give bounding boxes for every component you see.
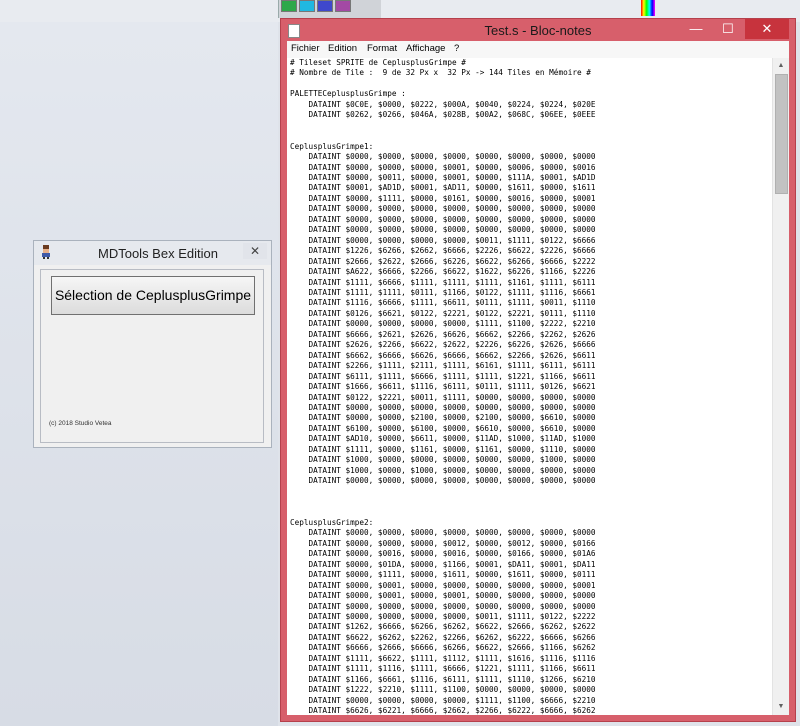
text-line: DATAINT $0000, $0000, $2100, $0000, $210… [290, 413, 596, 423]
text-line: DATAINT $6666, $2666, $6666, $6266, $662… [290, 643, 596, 653]
close-button[interactable]: ✕ [243, 243, 267, 259]
text-line: DATAINT $1111, $1116, $1111, $6666, $122… [290, 664, 596, 674]
text-line: DATAINT $AD10, $0000, $6611, $0000, $11A… [290, 434, 596, 444]
text-line: PALETTECeplusplusGrimpe : [290, 89, 406, 99]
close-button[interactable]: ✕ [745, 19, 789, 39]
mdtools-titlebar[interactable]: MDTools Bex Edition ✕ [34, 241, 271, 265]
text-line: DATAINT $0000, $0000, $0000, $0000, $000… [290, 528, 596, 538]
text-line: DATAINT $2666, $2622, $2666, $6226, $662… [290, 256, 596, 266]
text-line [290, 507, 770, 517]
text-line: DATAINT $6111, $1111, $6666, $1111, $111… [290, 371, 596, 381]
text-line: DATAINT $A622, $6666, $2266, $6622, $162… [290, 267, 596, 277]
text-line: DATAINT $0001, $AD1D, $0001, $AD11, $000… [290, 183, 596, 193]
mdtools-title: MDTools Bex Edition [98, 246, 218, 261]
scroll-up-arrow-icon[interactable]: ▲ [773, 58, 789, 74]
text-line: DATAINT $6100, $0000, $6100, $0000, $661… [290, 423, 596, 433]
color-spectrum[interactable] [641, 0, 655, 16]
text-line: DATAINT $2626, $2266, $6622, $2622, $222… [290, 340, 596, 350]
character-sprite-icon [42, 245, 50, 259]
text-line: DATAINT $1000, $0000, $1000, $0000, $000… [290, 465, 596, 475]
text-line: DATAINT $0000, $1111, $0000, $0161, $000… [290, 193, 596, 203]
text-line: DATAINT $1222, $2210, $1111, $1100, $000… [290, 685, 596, 695]
text-line: DATAINT $0000, $0000, $0000, $0000, $111… [290, 319, 596, 329]
text-line: DATAINT $1111, $1111, $0111, $1166, $012… [290, 287, 596, 297]
menu-bar: Fichier Edition Format Affichage ? [287, 41, 789, 58]
text-line: # Nombre de Tile : 9 de 32 Px x 32 Px ->… [290, 68, 591, 78]
copyright-text: (c) 2018 Studio Vetea [49, 420, 112, 427]
menu-edition[interactable]: Edition [328, 43, 357, 54]
menu-fichier[interactable]: Fichier [291, 43, 320, 54]
menu-help[interactable]: ? [454, 43, 459, 54]
text-line [290, 497, 770, 507]
text-line: DATAINT $6662, $6666, $6626, $6666, $666… [290, 350, 596, 360]
text-line: DATAINT $1166, $6661, $1116, $6111, $111… [290, 674, 596, 684]
text-line: DATAINT $1111, $0000, $1161, $0000, $116… [290, 444, 596, 454]
text-line: DATAINT $1116, $6666, $1111, $6611, $011… [290, 298, 596, 308]
text-line: DATAINT $0000, $01DA, $0000, $1166, $000… [290, 559, 596, 569]
color-swatch[interactable] [281, 0, 297, 12]
text-line: DATAINT $1000, $0000, $0000, $0000, $000… [290, 455, 596, 465]
mdtools-window: MDTools Bex Edition ✕ Sélection de Ceplu… [33, 240, 272, 448]
text-line: DATAINT $1111, $6666, $1111, $1111, $111… [290, 277, 596, 287]
text-line: DATAINT $0000, $0000, $0000, $0000, $111… [290, 695, 596, 705]
text-line [290, 121, 770, 131]
text-line: DATAINT $0000, $0000, $0000, $0012, $000… [290, 538, 596, 548]
text-line: DATAINT $0000, $0000, $0000, $0001, $000… [290, 162, 596, 172]
text-line: DATAINT $0000, $0001, $0000, $0001, $000… [290, 591, 596, 601]
text-line: DATAINT $6622, $6262, $2262, $2266, $626… [290, 632, 596, 642]
notepad-window: Test.s - Bloc-notes — ☐ ✕ Fichier Editio… [280, 18, 796, 722]
text-line: DATAINT $0000, $0000, $0000, $0000, $000… [290, 214, 596, 224]
scrollbar-thumb[interactable] [775, 74, 788, 194]
menu-affichage[interactable]: Affichage [406, 43, 445, 54]
text-line: DATAINT $0000, $0000, $0000, $0000, $000… [290, 402, 596, 412]
text-line: DATAINT $0000, $0000, $0000, $0000, $001… [290, 612, 596, 622]
text-line: # Tileset SPRITE de CeplusplusGrimpe # [290, 58, 466, 67]
text-line: DATAINT $0122, $2221, $0011, $1111, $000… [290, 392, 596, 402]
menu-format[interactable]: Format [367, 43, 397, 54]
editor-content[interactable]: # Tileset SPRITE de CeplusplusGrimpe # # … [290, 58, 770, 715]
text-line [290, 79, 770, 89]
text-line: DATAINT $0262, $0266, $046A, $028B, $00A… [290, 110, 596, 120]
notepad-titlebar[interactable]: Test.s - Bloc-notes — ☐ ✕ [281, 19, 795, 41]
text-line: DATAINT $6666, $2621, $2626, $6626, $666… [290, 329, 596, 339]
text-line: DATAINT $0126, $6621, $0122, $2221, $012… [290, 308, 596, 318]
text-line: DATAINT $1226, $6266, $2662, $6666, $222… [290, 246, 596, 256]
text-line: DATAINT $1262, $6666, $6266, $6262, $662… [290, 622, 596, 632]
text-line: DATAINT $0000, $0001, $0000, $0000, $000… [290, 580, 596, 590]
select-sprite-button[interactable]: Sélection de CeplusplusGrimpe [51, 276, 255, 315]
color-swatch[interactable] [335, 0, 351, 12]
text-line: DATAINT $1666, $6611, $1116, $6111, $011… [290, 382, 596, 392]
scroll-down-arrow-icon[interactable]: ▼ [773, 699, 789, 715]
text-line: DATAINT $2266, $1111, $2111, $1111, $616… [290, 361, 596, 371]
paint-color-palette [278, 0, 655, 18]
text-line: DATAINT $0000, $0016, $0000, $0016, $000… [290, 549, 596, 559]
text-line: DATAINT $1111, $6622, $1111, $1112, $111… [290, 653, 596, 663]
minimize-button[interactable]: — [681, 19, 711, 39]
text-line: DATAINT $0000, $1111, $0000, $1611, $000… [290, 570, 596, 580]
text-line: DATAINT $0C0E, $0000, $0222, $000A, $004… [290, 99, 596, 109]
color-swatch[interactable] [299, 0, 315, 12]
text-line: DATAINT $0000, $0000, $0000, $0000, $000… [290, 152, 596, 162]
text-line: DATAINT $0000, $0000, $0000, $0000, $000… [290, 476, 596, 486]
text-editor[interactable]: # Tileset SPRITE de CeplusplusGrimpe # # … [287, 58, 789, 715]
text-line: DATAINT $0000, $0011, $0000, $0001, $000… [290, 172, 596, 182]
mdtools-panel: Sélection de CeplusplusGrimpe (c) 2018 S… [40, 269, 264, 443]
text-line: CeplusplusGrimpe2: [290, 517, 374, 527]
maximize-button[interactable]: ☐ [713, 19, 743, 39]
text-line: DATAINT $0000, $0000, $0000, $0000, $001… [290, 235, 596, 245]
text-line: DATAINT $0000, $0000, $0000, $0000, $000… [290, 225, 596, 235]
text-line: DATAINT $6626, $6221, $6666, $2662, $226… [290, 706, 596, 715]
text-line [290, 487, 770, 497]
text-line [290, 131, 770, 141]
color-swatch[interactable] [317, 0, 333, 12]
vertical-scrollbar[interactable]: ▲ ▼ [772, 58, 789, 715]
text-line: DATAINT $0000, $0000, $0000, $0000, $000… [290, 601, 596, 611]
text-line: DATAINT $0000, $0000, $0000, $0000, $000… [290, 204, 596, 214]
text-line: CeplusplusGrimpe1: [290, 141, 374, 151]
